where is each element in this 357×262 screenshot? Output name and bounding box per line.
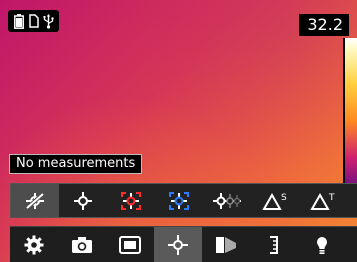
image-mode-button[interactable] [106,227,154,262]
camera-button[interactable] [58,227,106,262]
delta-s-button[interactable]: S [251,184,299,217]
temperature-readout: 32.2 [299,14,349,36]
main-toolbar [10,226,357,262]
image-mode-icon [119,235,141,254]
box-hot-icon [119,190,143,212]
color-palette-button[interactable] [202,227,250,262]
svg-text:S: S [281,193,287,203]
camera-icon [71,236,93,254]
color-palette-icon [215,235,237,255]
measurement-button[interactable] [154,227,202,262]
lamp-button[interactable] [298,227,346,262]
three-spots-button[interactable] [203,184,251,217]
scale-button[interactable] [250,227,298,262]
sd-card-icon [28,13,40,29]
delta-t-icon: T [310,191,336,211]
thermal-camera-screen: 32.2 No measurements S T [0,0,357,262]
box-hot-button[interactable] [107,184,155,217]
svg-text:T: T [328,193,335,203]
spot-button[interactable] [59,184,107,217]
three-spots-icon [212,191,242,211]
no-measurement-icon [23,191,47,211]
lamp-icon [315,235,329,255]
box-cold-button[interactable] [155,184,203,217]
status-bar [8,10,59,32]
settings-icon [24,235,44,255]
scale-icon [268,235,280,255]
no-measurement-button[interactable] [11,184,59,217]
thermal-image [0,0,357,262]
measurement-icon [166,234,190,256]
delta-s-icon: S [262,191,288,211]
delta-t-button[interactable]: T [299,184,347,217]
settings-button[interactable] [10,227,58,262]
spot-icon [71,191,95,211]
measurement-toolbar: S T [10,183,357,218]
measurement-status: No measurements [9,154,143,174]
usb-icon [43,13,55,29]
temperature-scale [343,38,357,188]
battery-icon [13,13,25,29]
box-cold-icon [167,190,191,212]
